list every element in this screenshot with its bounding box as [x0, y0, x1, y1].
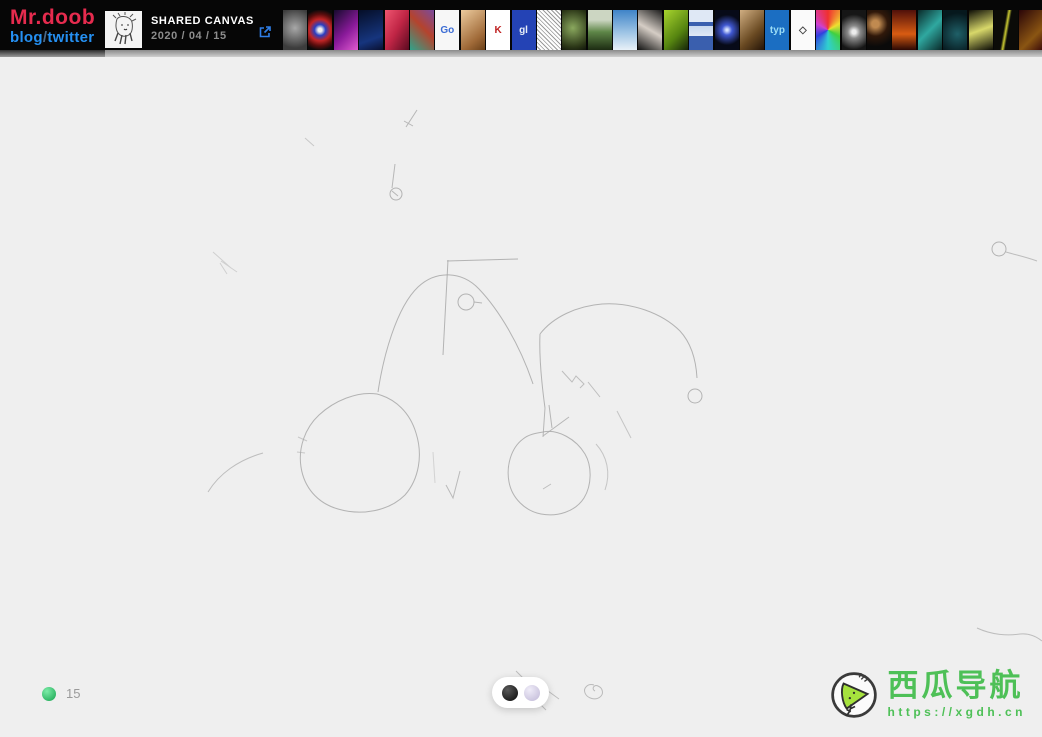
project-thumbnail-typ-blue[interactable]: typ: [765, 10, 790, 50]
blog-link[interactable]: blog: [10, 29, 43, 46]
project-thumbnail-yellow-plant-strands[interactable]: [968, 10, 993, 50]
lavender-pen-swatch[interactable]: [523, 684, 540, 701]
project-thumbnail-google-sketch[interactable]: Go: [435, 10, 460, 50]
online-status-dot-icon: [42, 686, 56, 701]
watermark: 西瓜导航 https://xgdh.cn: [829, 670, 1027, 720]
project-thumbnail-sepia-figure[interactable]: [740, 10, 765, 50]
project-thumbnail-dark-blue-figure[interactable]: [359, 10, 384, 50]
watermark-title: 西瓜导航: [887, 668, 1024, 703]
project-info: SHARED CANVAS 2020 / 04 / 15: [151, 16, 254, 42]
project-thumbnail-wireframe-polyhedron[interactable]: ◇: [790, 10, 815, 50]
project-thumbnail-gl-blue[interactable]: gl: [511, 10, 536, 50]
site-logo: Mr.doob blog/twitter: [10, 7, 95, 45]
thumbnail-strip[interactable]: Go Kgl typ ◇: [283, 10, 1042, 50]
project-thumbnail-white-radial-glow[interactable]: [841, 10, 866, 50]
avatar-sketch-icon: [105, 11, 142, 48]
project-thumbnail-magenta-laser-lines[interactable]: [333, 10, 358, 50]
project-thumbnail-green-landscape[interactable]: [587, 10, 612, 50]
logo-links: blog/twitter: [10, 30, 95, 45]
watermelon-logo-icon: [830, 672, 877, 718]
header-scrollbar-thumb[interactable]: [105, 50, 1042, 57]
project-thumbnail-teal-smoke[interactable]: [943, 10, 968, 50]
project-thumbnail-sky-clouds[interactable]: [613, 10, 638, 50]
avatar[interactable]: [105, 11, 142, 48]
project-thumbnail-blue-bar-structure[interactable]: [689, 10, 714, 50]
twitter-link[interactable]: twitter: [47, 29, 94, 46]
header-bar: Mr.doob blog/twitter SHARED CANVAS 2020 …: [0, 0, 1042, 50]
black-pen-swatch[interactable]: [501, 684, 518, 701]
project-thumbnail-colorful-spheres[interactable]: [409, 10, 434, 50]
presence-indicator: 15: [42, 686, 80, 701]
project-thumbnail-moss-sphere[interactable]: [562, 10, 587, 50]
project-thumbnail-color-wheel[interactable]: [816, 10, 841, 50]
header-scrollbar-track: [0, 50, 1042, 57]
project-thumbnail-blue-glow[interactable]: [714, 10, 739, 50]
project-thumbnail-eye-closeup[interactable]: [460, 10, 485, 50]
external-link-icon[interactable]: [258, 25, 272, 39]
project-date: 2020 / 04 / 15: [151, 30, 227, 42]
online-user-count: 15: [66, 686, 81, 701]
project-thumbnail-white-lattice[interactable]: [536, 10, 561, 50]
project-thumbnail-red-k-letters[interactable]: K: [486, 10, 511, 50]
project-thumbnail-marble-swirl[interactable]: [638, 10, 663, 50]
project-thumbnail-yellow-curve-dark[interactable]: [993, 10, 1018, 50]
project-title: SHARED CANVAS: [151, 15, 254, 27]
watermark-url: https://xgdh.cn: [887, 705, 1026, 719]
project-thumbnail-pink-triangles[interactable]: [384, 10, 409, 50]
logo-title-link[interactable]: Mr.doob: [10, 7, 95, 28]
header-scrollbar-edge: [0, 50, 105, 57]
project-thumbnail-copper-dot-spheres[interactable]: [866, 10, 891, 50]
color-picker-toolbar: [492, 677, 549, 708]
watermark-text: 西瓜导航 https://xgdh.cn: [888, 670, 1027, 718]
project-thumbnail-green-iso-cubes[interactable]: [663, 10, 688, 50]
project-thumbnail-gray-sculpture[interactable]: [283, 10, 307, 50]
project-thumbnail-maroon-skeleton[interactable]: [1019, 10, 1042, 50]
project-thumbnail-red-blue-target-rings[interactable]: [308, 10, 333, 50]
shared-drawing-canvas[interactable]: [0, 57, 1042, 737]
project-thumbnail-teal-kaleidoscope[interactable]: [917, 10, 942, 50]
project-thumbnail-orange-fire[interactable]: [892, 10, 917, 50]
